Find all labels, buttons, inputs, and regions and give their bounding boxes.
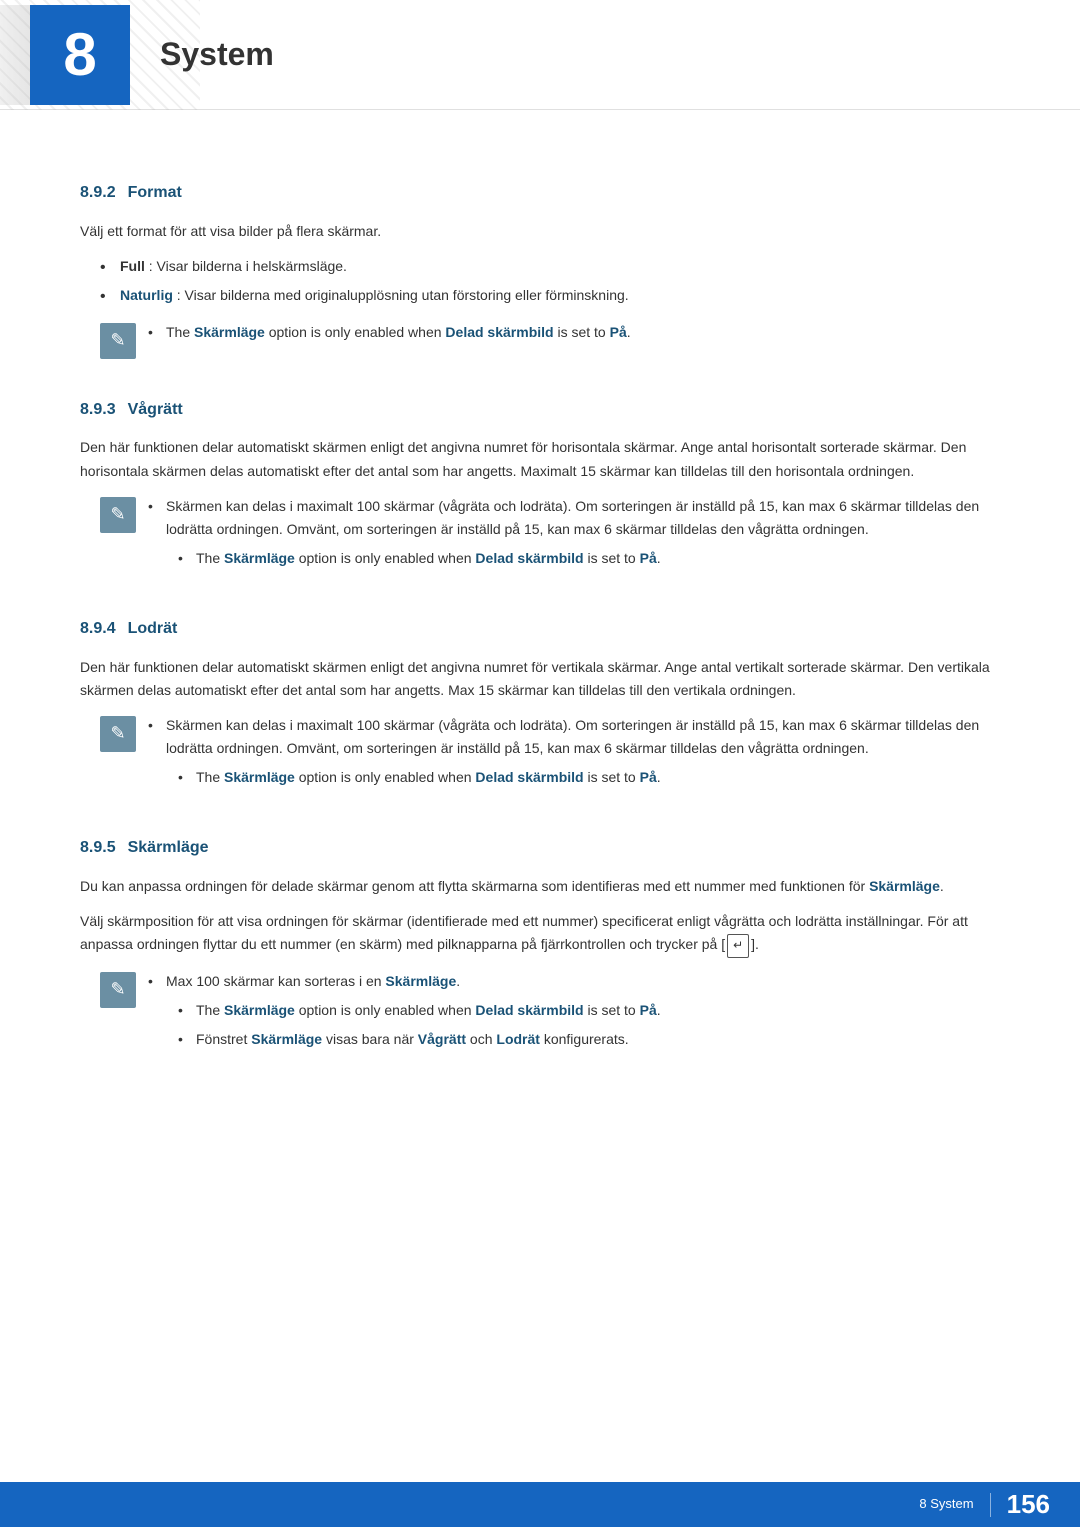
section-894-title: Lodrät [128,616,178,642]
term-skarmläge: Skärmläge [224,769,295,785]
section-893-note: Skärmen kan delas i maximalt 100 skärmar… [100,495,1000,576]
footer-divider [990,1493,991,1517]
term-naturlig: Naturlig [120,287,173,303]
footer-page-number: 156 [1007,1484,1050,1526]
note-list: Max 100 skärmar kan sorteras i en Skärml… [148,970,1000,993]
list-item: Naturlig : Visar bilderna med originalup… [100,284,1000,307]
section-893-title: Vågrätt [128,397,183,423]
header-content: 8 System [0,5,274,105]
list-item: Full : Visar bilderna i helskärmsläge. [100,255,1000,278]
term-vagratt: Vågrätt [418,1031,466,1047]
section-895-number: 8.9.5 [80,835,116,861]
list-item: The Skärmläge option is only enabled whe… [178,547,1000,570]
section-892-title: Format [128,180,182,206]
term-delad: Delad skärmbild [445,324,553,340]
footer-label: 8 System [919,1494,973,1515]
list-item: The Skärmläge option is only enabled whe… [178,999,1000,1022]
section-895-note: Max 100 skärmar kan sorteras i en Skärml… [100,970,1000,1057]
list-item: Fönstret Skärmläge visas bara när Vågrät… [178,1028,1000,1051]
section-895-heading: 8.9.5 Skärmläge [80,835,1000,861]
term-skarmläge: Skärmläge [224,1002,295,1018]
term-skarmläge: Skärmläge [224,550,295,566]
note-content: The Skärmläge option is only enabled whe… [148,321,1000,350]
chapter-title: System [160,29,274,80]
list-item: The Skärmläge option is only enabled whe… [178,766,1000,789]
list-item: Skärmen kan delas i maximalt 100 skärmar… [148,714,1000,760]
section-894-number: 8.9.4 [80,616,116,642]
note-content: Skärmen kan delas i maximalt 100 skärmar… [148,495,1000,576]
note-icon [100,497,136,533]
note-sub-list: The Skärmläge option is only enabled whe… [178,547,1000,570]
term-delad: Delad skärmbild [475,769,583,785]
section-893-number: 8.9.3 [80,397,116,423]
list-item: Skärmen kan delas i maximalt 100 skärmar… [148,495,1000,541]
section-894-intro: Den här funktionen delar automatiskt skä… [80,656,1000,702]
bullet-text-naturlig: : Visar bilderna med originalupplösning … [177,287,629,303]
term-lodrätt: Lodrät [496,1031,540,1047]
note-icon [100,972,136,1008]
section-894-note: Skärmen kan delas i maximalt 100 skärmar… [100,714,1000,795]
term-pa: På [640,1002,657,1018]
term-skarmläge: Skärmläge [251,1031,322,1047]
note-sub-list: The Skärmläge option is only enabled whe… [178,999,1000,1051]
list-item: Max 100 skärmar kan sorteras i en Skärml… [148,970,1000,993]
page-footer: 8 System 156 [0,1482,1080,1527]
note-content: Max 100 skärmar kan sorteras i en Skärml… [148,970,1000,1057]
section-892-intro: Välj ett format för att visa bilder på f… [80,220,1000,243]
section-892-heading: 8.9.2 Format [80,180,1000,206]
term-delad: Delad skärmbild [475,1002,583,1018]
list-item: The Skärmläge option is only enabled whe… [148,321,1000,344]
section-893-intro: Den här funktionen delar automatiskt skä… [80,436,1000,482]
section-893-heading: 8.9.3 Vågrätt [80,397,1000,423]
term-pa: På [610,324,627,340]
term-pa: På [640,550,657,566]
chapter-number-block: 8 [30,5,130,105]
section-895-title: Skärmläge [128,835,209,861]
section-894-heading: 8.9.4 Lodrät [80,616,1000,642]
section-895-intro1: Du kan anpassa ordningen för delade skär… [80,875,1000,898]
term-skarmläge: Skärmläge [869,878,940,894]
main-content: 8.9.2 Format Välj ett format för att vis… [0,110,1080,1149]
term-delad: Delad skärmbild [475,550,583,566]
page-header: 8 System [0,0,1080,110]
term-skarmläge: Skärmläge [385,973,456,989]
enter-key-icon: ↵ [727,934,749,958]
term-pa: På [640,769,657,785]
note-list: Skärmen kan delas i maximalt 100 skärmar… [148,714,1000,760]
note-sub-list: The Skärmläge option is only enabled whe… [178,766,1000,789]
note-icon [100,716,136,752]
section-892-bullets: Full : Visar bilderna i helskärmsläge. N… [80,255,1000,307]
note-content: Skärmen kan delas i maximalt 100 skärmar… [148,714,1000,795]
section-892-note: The Skärmläge option is only enabled whe… [100,321,1000,357]
term-full: Full [120,258,145,274]
note-list: Skärmen kan delas i maximalt 100 skärmar… [148,495,1000,541]
note-icon [100,323,136,359]
section-892-number: 8.9.2 [80,180,116,206]
bullet-text-full: : Visar bilderna i helskärmsläge. [149,258,347,274]
section-895-intro2: Välj skärmposition för att visa ordninge… [80,910,1000,958]
note-list: The Skärmläge option is only enabled whe… [148,321,1000,344]
term-skarmläge: Skärmläge [194,324,265,340]
chapter-number: 8 [63,7,96,103]
